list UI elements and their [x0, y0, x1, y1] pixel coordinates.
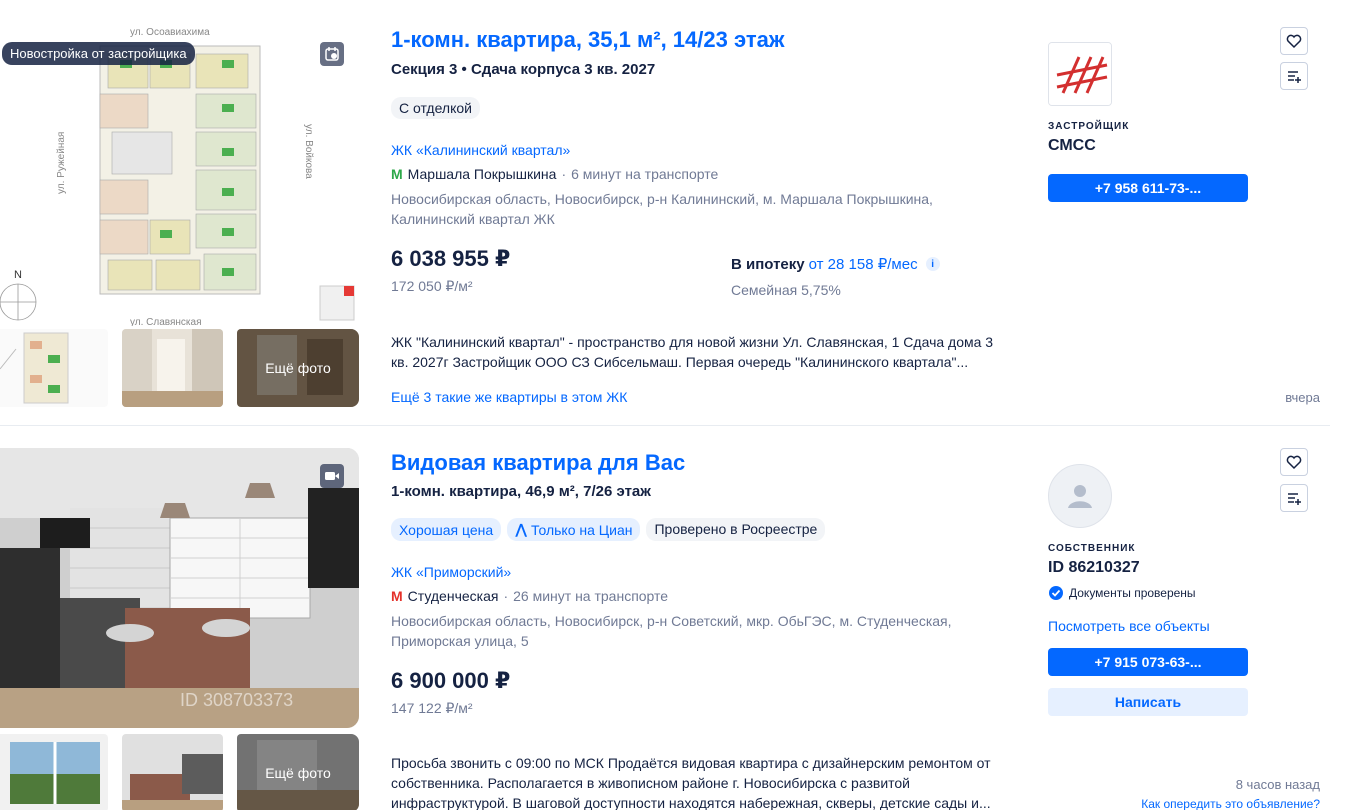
chip-finishing: С отделкой	[391, 97, 480, 119]
metro-station[interactable]: Студенческая	[408, 588, 499, 604]
publish-date: вчера	[1285, 390, 1320, 405]
listing-description[interactable]: Просьба звонить с 09:00 по МСК Продаётся…	[391, 753, 1001, 810]
developer-name[interactable]: СМСС	[1048, 137, 1096, 155]
list-add-icon	[1288, 493, 1301, 505]
add-to-list-button[interactable]	[1280, 62, 1308, 90]
apartment-photo[interactable]: ID 308703373	[0, 448, 359, 728]
history-icon[interactable]	[320, 42, 344, 66]
seller-role: ЗАСТРОЙЩИК	[1048, 121, 1130, 132]
show-phone-button[interactable]: +7 915 073-63-...	[1048, 648, 1248, 676]
photo-watermark: ID 308703373	[180, 690, 293, 710]
listing-card[interactable]: ID 308703373 Ещё фото Видовая квартира д…	[0, 448, 1330, 810]
mortgage-value[interactable]: от 28 158 ₽/мес	[809, 255, 918, 273]
more-photos-label: Ещё фото	[237, 329, 359, 407]
street-top-label: ул. Осоавиахима	[130, 27, 210, 38]
thumbnail-floorplan[interactable]	[0, 329, 108, 407]
user-icon	[1068, 485, 1092, 508]
view-all-objects-link[interactable]: Посмотреть все объекты	[1048, 618, 1210, 634]
list-add-icon	[1288, 71, 1301, 83]
more-photos-button[interactable]: Ещё фото	[237, 329, 359, 407]
mortgage-info: В ипотеку от 28 158 ₽/мес i	[731, 255, 940, 273]
price-per-m2: 147 122 ₽/м²	[391, 700, 473, 716]
metro-time: 6 минут на транспорте	[571, 166, 719, 182]
address[interactable]: Новосибирская область, Новосибирск, р-н …	[391, 611, 971, 651]
complex-link[interactable]: ЖК «Приморский»	[391, 564, 511, 580]
write-message-button[interactable]: Написать	[1048, 688, 1248, 716]
metro-icon: M	[391, 588, 403, 604]
listing-description[interactable]: ЖК "Калининский квартал" - пространство …	[391, 332, 1001, 372]
listing-title[interactable]: 1-комн. квартира, 35,1 м², 14/23 этаж	[391, 27, 784, 53]
heart-icon	[1286, 34, 1302, 49]
street-left-label: ул. Ружейная	[56, 132, 67, 194]
metro-time: 26 минут на транспорте	[513, 588, 669, 604]
street-bottom-label: ул. Славянская	[130, 317, 202, 326]
metro-info: M Студенческая · 26 минут на транспорте	[391, 588, 669, 604]
thumbnail-kitchen[interactable]	[122, 734, 223, 810]
price: 6 900 000 ₽	[391, 668, 511, 693]
cian-icon: ⋀	[515, 521, 528, 537]
promote-listing-link[interactable]: Как опередить это объявление?	[1141, 797, 1320, 810]
video-icon[interactable]	[320, 464, 344, 488]
thumbnail-interior[interactable]	[122, 329, 223, 407]
seller-role: СОБСТВЕННИК	[1048, 543, 1136, 554]
info-icon[interactable]: i	[925, 257, 940, 271]
developer-logo[interactable]	[1048, 42, 1112, 106]
mortgage-label: В ипотеку	[731, 255, 805, 273]
owner-avatar[interactable]	[1048, 464, 1112, 528]
add-to-list-button[interactable]	[1280, 484, 1308, 512]
verified-check-icon	[1049, 586, 1063, 600]
publish-date: 8 часов назад	[1235, 777, 1320, 792]
listing-subtitle: Секция 3 • Сдача корпуса 3 кв. 2027	[391, 61, 656, 78]
price-per-m2: 172 050 ₽/м²	[391, 278, 473, 294]
metro-info: M Маршала Покрышкина · 6 минут на трансп…	[391, 166, 719, 182]
svg-text:N: N	[14, 269, 22, 281]
address[interactable]: Новосибирская область, Новосибирск, р-н …	[391, 189, 971, 229]
price: 6 038 955 ₽	[391, 246, 511, 271]
floor-plan-photo[interactable]: ул. Осоавиахима ул. Славянская ул. Ружей…	[0, 24, 359, 326]
metro-icon: M	[391, 166, 403, 182]
thumbnail-view[interactable]	[0, 734, 108, 810]
heart-icon	[1286, 455, 1302, 470]
documents-verified: Документы проверены	[1048, 585, 1196, 601]
same-apartments-link[interactable]: Ещё 3 такие же квартиры в этом ЖК	[391, 389, 627, 405]
new-building-badge: Новостройка от застройщика	[2, 42, 195, 65]
owner-id[interactable]: ID 86210327	[1048, 559, 1140, 577]
listing-card[interactable]: ул. Осоавиахима ул. Славянская ул. Ружей…	[0, 0, 1330, 426]
complex-link[interactable]: ЖК «Калининский квартал»	[391, 142, 570, 158]
street-right-label: ул. Войкова	[303, 124, 314, 179]
mortgage-program: Семейная 5,75%	[731, 282, 841, 298]
metro-station[interactable]: Маршала Покрышкина	[408, 166, 557, 182]
chip-rosreestr-verified: Проверено в Росреестре	[646, 518, 826, 541]
more-photos-label: Ещё фото	[237, 734, 359, 810]
favorite-button[interactable]	[1280, 448, 1308, 476]
chip-good-price: Хорошая цена	[391, 518, 502, 541]
listing-subtitle: 1-комн. квартира, 46,9 м², 7/26 этаж	[391, 483, 651, 500]
more-photos-button[interactable]: Ещё фото	[237, 734, 359, 810]
listing-title[interactable]: Видовая квартира для Вас	[391, 450, 685, 476]
chip-cian-only: ⋀ Только на Циан	[507, 518, 641, 541]
favorite-button[interactable]	[1280, 27, 1308, 55]
show-phone-button[interactable]: +7 958 611-73-...	[1048, 174, 1248, 202]
